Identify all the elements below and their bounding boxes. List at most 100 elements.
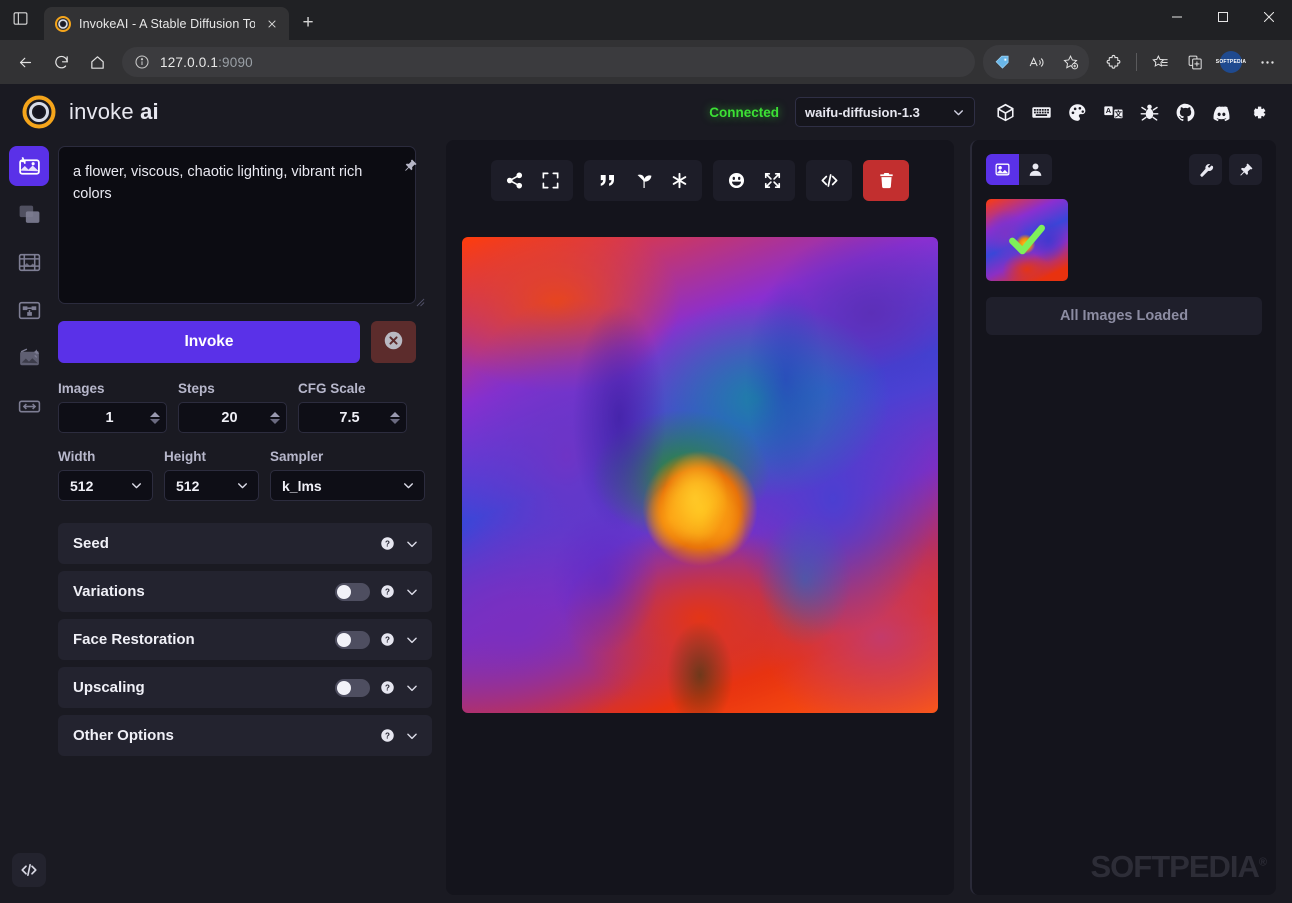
- gallery-settings-button[interactable]: [1189, 154, 1222, 185]
- address-bar[interactable]: 127.0.0.1:9090: [122, 47, 975, 77]
- help-icon[interactable]: ?: [380, 536, 395, 551]
- sidebar-item-image-to-image[interactable]: [9, 194, 49, 234]
- chevron-down-icon[interactable]: [405, 681, 419, 695]
- check-icon: [1005, 218, 1049, 262]
- all-images-loaded-button[interactable]: All Images Loaded: [986, 297, 1262, 335]
- status-badge: Connected: [709, 105, 779, 120]
- svg-text:?: ?: [385, 635, 390, 644]
- svg-text:A: A: [1105, 106, 1111, 115]
- model-select[interactable]: waifu-diffusion-1.3: [795, 97, 975, 127]
- resize-handle[interactable]: [416, 294, 425, 303]
- back-arrow-icon[interactable]: [8, 45, 42, 79]
- gallery-tab-assets[interactable]: [1019, 154, 1052, 185]
- steps-label: Steps: [178, 381, 287, 396]
- face-restoration-toggle[interactable]: [335, 631, 370, 649]
- console-toggle-button[interactable]: [12, 853, 46, 887]
- tab-sidebar-icon[interactable]: [0, 0, 40, 38]
- gallery-tab-images[interactable]: [986, 154, 1019, 185]
- prompt-input[interactable]: [58, 146, 416, 304]
- chevron-down-icon[interactable]: [405, 537, 419, 551]
- sidebar-item-text-to-image[interactable]: [9, 146, 49, 186]
- close-icon[interactable]: [263, 15, 281, 33]
- github-icon[interactable]: [1168, 95, 1202, 129]
- new-tab-button[interactable]: +: [293, 8, 323, 38]
- image-overlay-center: [462, 237, 938, 713]
- show-metadata-button[interactable]: [812, 165, 846, 197]
- sidebar-item-unified-canvas[interactable]: [9, 242, 49, 282]
- browser-essentials-icon[interactable]: [1178, 45, 1212, 79]
- steps-field: Steps 20: [178, 381, 287, 433]
- images-label: Images: [58, 381, 167, 396]
- accordion-seed[interactable]: Seed ?: [58, 523, 432, 564]
- help-icon[interactable]: ?: [380, 728, 395, 743]
- stepper-arrows-icon[interactable]: [270, 412, 280, 424]
- close-icon[interactable]: [1246, 0, 1292, 34]
- collections-icon[interactable]: [1143, 45, 1177, 79]
- cancel-button[interactable]: [371, 321, 416, 363]
- use-prompt-button[interactable]: [590, 165, 624, 197]
- invoke-button[interactable]: Invoke: [58, 321, 360, 363]
- avatar[interactable]: SOFTPEDIA: [1220, 51, 1242, 73]
- fullscreen-button[interactable]: [533, 165, 567, 197]
- discord-icon[interactable]: [1204, 95, 1238, 129]
- restore-faces-button[interactable]: [719, 165, 753, 197]
- chevron-down-icon[interactable]: [405, 585, 419, 599]
- add-favorite-icon[interactable]: [1053, 45, 1087, 79]
- gallery-thumbnail[interactable]: [986, 199, 1068, 281]
- height-select[interactable]: 512: [164, 470, 259, 501]
- help-icon[interactable]: ?: [380, 632, 395, 647]
- accordion-face-restoration[interactable]: Face Restoration ?: [58, 619, 432, 660]
- chevron-down-icon[interactable]: [405, 729, 419, 743]
- reload-icon[interactable]: [44, 45, 78, 79]
- gallery-pin-button[interactable]: [1229, 154, 1262, 185]
- home-icon[interactable]: [80, 45, 114, 79]
- browser-tab[interactable]: InvokeAI - A Stable Diffusion Too: [44, 7, 289, 40]
- minimize-icon[interactable]: [1154, 0, 1200, 34]
- width-field: Width 512: [58, 449, 153, 501]
- shopping-tag-icon[interactable]: [985, 45, 1019, 79]
- stepper-arrows-icon[interactable]: [390, 412, 400, 424]
- app-title: invoke ai: [69, 99, 159, 125]
- use-seed-button[interactable]: [626, 165, 660, 197]
- hotkeys-icon[interactable]: [1024, 95, 1058, 129]
- model-manager-icon[interactable]: [988, 95, 1022, 129]
- accordion-title: Face Restoration: [73, 631, 325, 648]
- upscale-button[interactable]: [755, 165, 789, 197]
- theme-icon[interactable]: [1060, 95, 1094, 129]
- accordion-other-options[interactable]: Other Options ?: [58, 715, 432, 756]
- settings-gear-icon[interactable]: [1240, 95, 1274, 129]
- extensions-icon[interactable]: [1096, 45, 1130, 79]
- delete-image-button[interactable]: [869, 165, 903, 197]
- help-icon[interactable]: ?: [380, 680, 395, 695]
- invokeai-app: invoke ai Connected waifu-diffusion-1.3: [0, 84, 1292, 903]
- variations-toggle[interactable]: [335, 583, 370, 601]
- cancel-circle-icon: [383, 330, 404, 354]
- svg-text:?: ?: [385, 731, 390, 740]
- pin-icon[interactable]: [403, 158, 418, 173]
- images-stepper[interactable]: 1: [58, 402, 167, 433]
- share-button[interactable]: [497, 165, 531, 197]
- images-field: Images 1: [58, 381, 167, 433]
- sidebar-item-nodes[interactable]: [9, 290, 49, 330]
- generated-image[interactable]: [462, 237, 938, 713]
- bug-report-icon[interactable]: [1132, 95, 1166, 129]
- accordion-upscaling[interactable]: Upscaling ?: [58, 667, 432, 708]
- read-aloud-icon[interactable]: [1019, 45, 1053, 79]
- more-options-icon[interactable]: [1250, 45, 1284, 79]
- sidebar-item-post-processing[interactable]: [9, 338, 49, 378]
- browser-toolbar: 127.0.0.1:9090: [0, 40, 1292, 84]
- use-all-parameters-button[interactable]: [662, 165, 696, 197]
- sampler-select[interactable]: k_lms: [270, 470, 425, 501]
- stepper-arrows-icon[interactable]: [150, 412, 160, 424]
- cfg-scale-stepper[interactable]: 7.5: [298, 402, 407, 433]
- language-icon[interactable]: A文: [1096, 95, 1130, 129]
- help-icon[interactable]: ?: [380, 584, 395, 599]
- maximize-icon[interactable]: [1200, 0, 1246, 34]
- address-url: 127.0.0.1:9090: [160, 55, 253, 70]
- upscaling-toggle[interactable]: [335, 679, 370, 697]
- steps-stepper[interactable]: 20: [178, 402, 287, 433]
- chevron-down-icon[interactable]: [405, 633, 419, 647]
- accordion-variations[interactable]: Variations ?: [58, 571, 432, 612]
- width-select[interactable]: 512: [58, 470, 153, 501]
- sidebar-item-training[interactable]: [9, 386, 49, 426]
